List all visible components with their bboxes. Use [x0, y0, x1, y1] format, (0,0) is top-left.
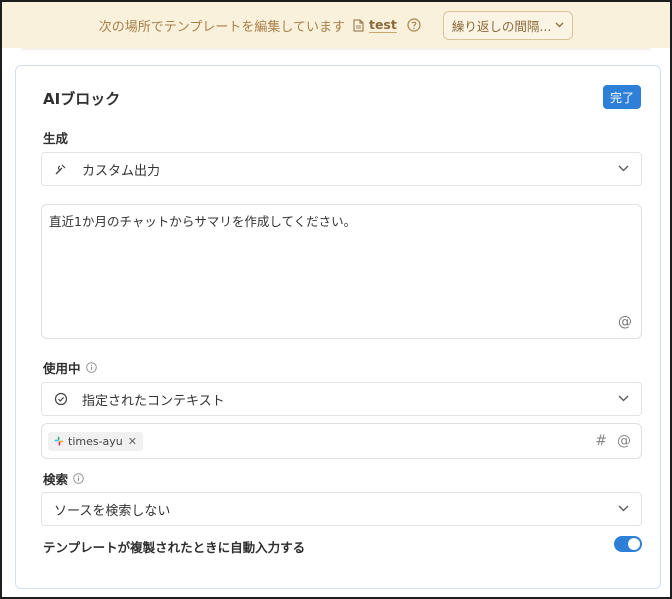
repeat-interval-label: 繰り返しの間隔...	[451, 18, 552, 34]
repeat-interval-button[interactable]: 繰り返しの間隔...	[442, 10, 574, 40]
chevron-down-icon	[618, 165, 629, 172]
chevron-down-icon	[618, 395, 629, 402]
generate-selected: カスタム出力	[82, 163, 161, 179]
page-icon	[353, 19, 364, 31]
close-icon[interactable]: ✕	[128, 435, 137, 448]
generate-label: 生成	[43, 128, 68, 147]
prompt-input[interactable]: 直近1か月のチャットからサマリを作成してください。 @	[41, 204, 642, 339]
context-selected: 指定されたコンテキスト	[82, 393, 225, 409]
mention-button[interactable]: @	[617, 433, 631, 449]
slack-icon	[54, 436, 64, 446]
block-title: AIブロック	[43, 90, 121, 108]
wand-icon	[55, 164, 66, 175]
context-select[interactable]: 指定されたコンテキスト	[41, 382, 642, 416]
toggle-knob	[628, 538, 640, 550]
autofill-label: テンプレートが複製されたときに自動入力する	[43, 540, 306, 555]
info-icon[interactable]	[73, 473, 84, 484]
mention-button[interactable]: @	[618, 314, 632, 330]
generate-label-text: 生成	[43, 131, 69, 146]
search-label: 検索	[43, 469, 84, 488]
search-label-text: 検索	[43, 472, 69, 487]
template-page-link[interactable]: test	[368, 17, 397, 33]
chevron-down-icon	[618, 505, 629, 512]
context-chip-label: times-ayu	[68, 434, 123, 448]
banner-text: 次の場所でテンプレートを編集しています	[98, 19, 345, 35]
info-icon[interactable]	[85, 362, 97, 373]
template-edit-banner: 次の場所でテンプレートを編集しています test 繰り返しの間隔...	[2, 2, 670, 48]
using-label-text: 使用中	[43, 361, 81, 376]
check-circle-icon	[54, 392, 68, 406]
autofill-toggle[interactable]	[614, 536, 642, 552]
ai-block-card: AIブロック 完了 生成 カスタム出力 直近1か月のチャットからサマリを作成して…	[15, 65, 661, 589]
search-select[interactable]: ソースを検索しない	[41, 492, 642, 526]
channel-button[interactable]: #	[595, 433, 607, 449]
context-sources-box[interactable]: times-ayu ✕ # @	[41, 423, 642, 459]
divider	[22, 48, 650, 50]
prompt-text: 直近1か月のチャットからサマリを作成してください。	[49, 214, 357, 229]
chevron-down-icon	[555, 22, 564, 28]
help-icon[interactable]	[407, 18, 421, 32]
search-selected: ソースを検索しない	[54, 503, 171, 519]
context-chip[interactable]: times-ayu ✕	[48, 431, 143, 451]
generate-select[interactable]: カスタム出力	[41, 152, 642, 186]
using-label: 使用中	[43, 358, 97, 377]
done-button[interactable]: 完了	[603, 85, 641, 109]
